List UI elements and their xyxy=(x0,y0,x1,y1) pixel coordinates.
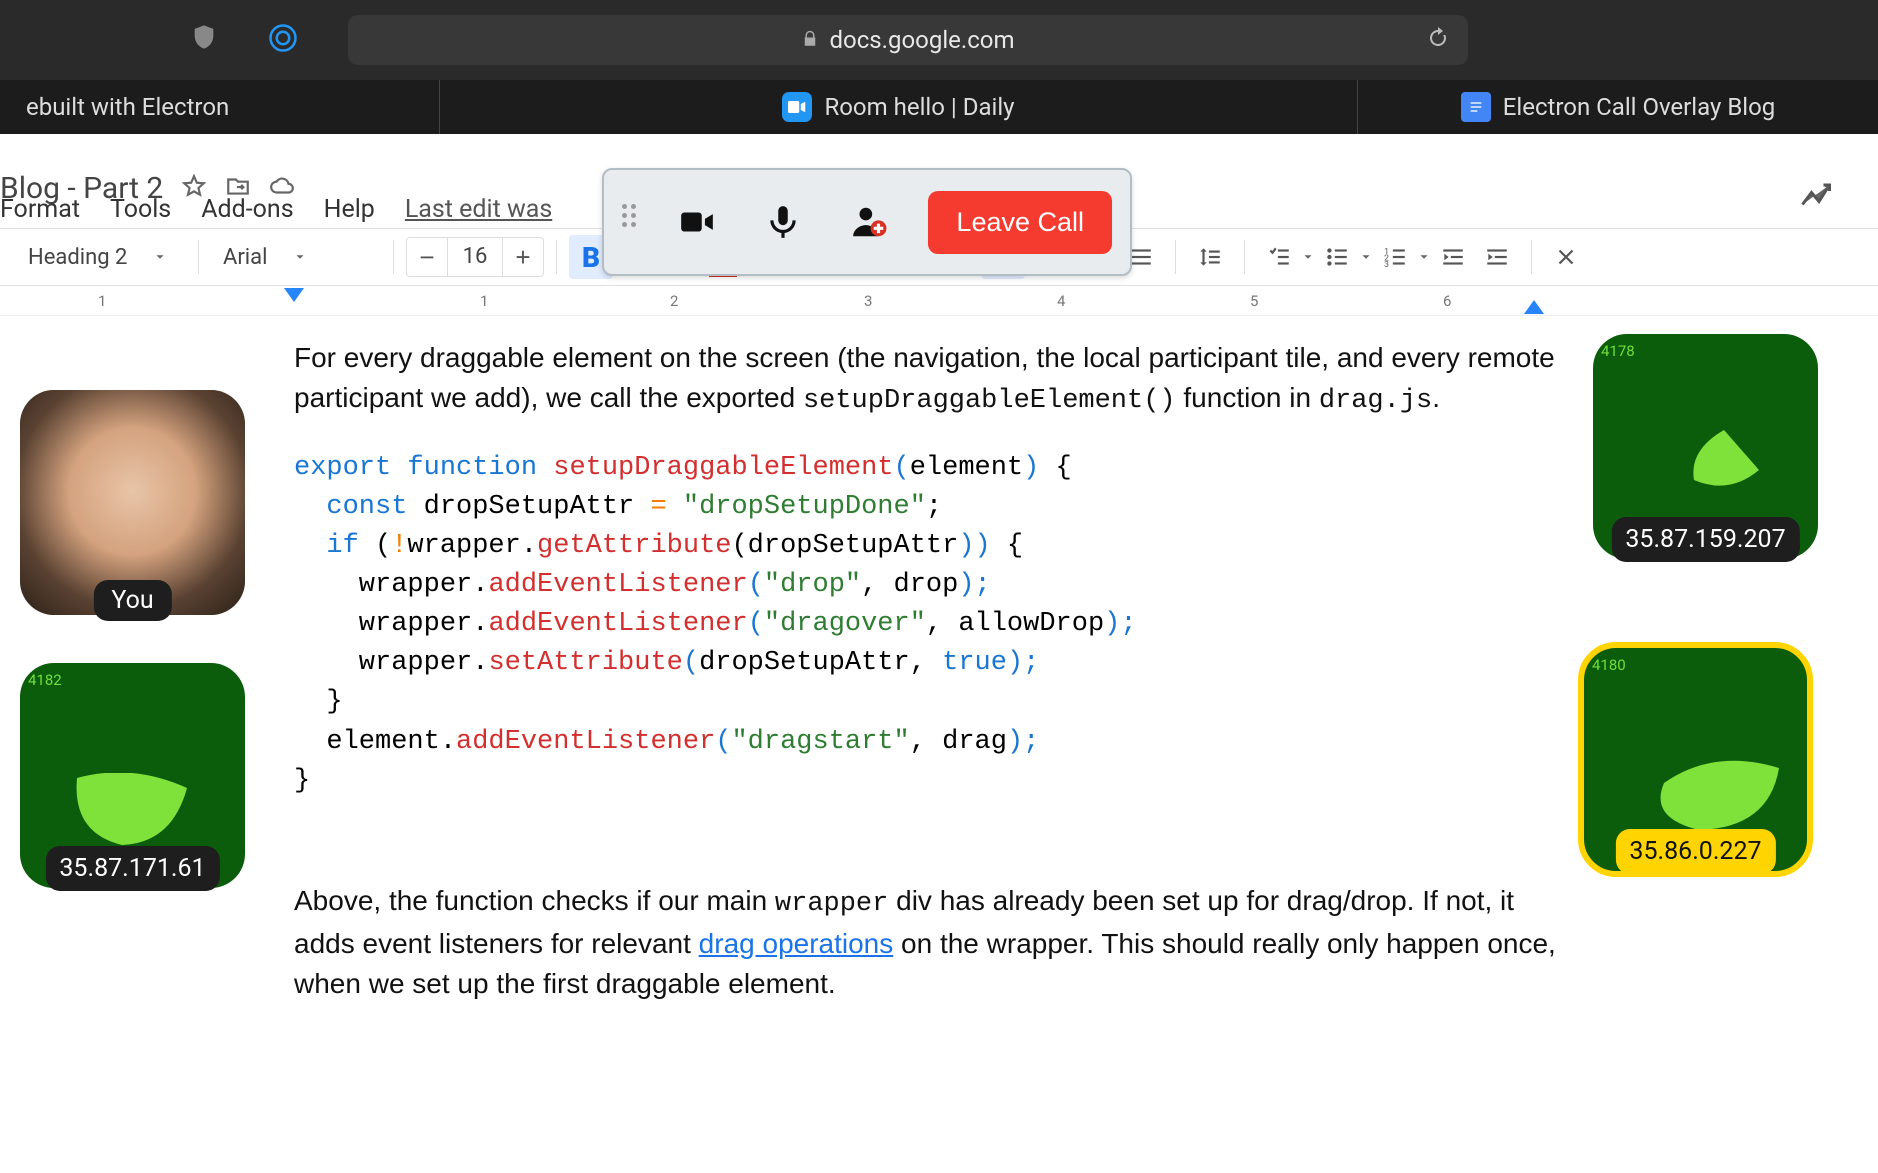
ip-badge: 35.86.0.227 xyxy=(1615,829,1775,874)
paragraph: Above, the function checks if our main w… xyxy=(294,881,1560,1004)
ip-badge: 35.87.171.61 xyxy=(45,846,219,891)
font-size-increase-button[interactable]: + xyxy=(503,238,543,276)
chevron-down-icon[interactable] xyxy=(1359,245,1373,270)
indent-left-marker[interactable] xyxy=(284,288,304,302)
paragraph: For every draggable element on the scree… xyxy=(294,338,1560,421)
chevron-down-icon xyxy=(293,245,307,270)
call-overlay-bar[interactable]: Leave Call xyxy=(602,168,1132,276)
ruler-mark: 4 xyxy=(1057,292,1065,310)
avatar-blob-icon xyxy=(72,773,192,853)
daily-icon xyxy=(782,92,812,122)
ruler-mark: 5 xyxy=(1250,292,1258,310)
ruler[interactable]: 1 1 2 3 4 5 6 xyxy=(0,286,1878,316)
add-participant-icon[interactable] xyxy=(840,203,898,241)
clear-formatting-button[interactable] xyxy=(1544,235,1588,279)
increase-indent-button[interactable] xyxy=(1475,235,1519,279)
menu-tools[interactable]: Tools xyxy=(110,195,171,224)
lock-icon xyxy=(801,26,819,54)
numbered-list-button[interactable]: 123 xyxy=(1373,235,1417,279)
paragraph-style-select[interactable]: Heading 2 xyxy=(16,245,186,270)
url-text: docs.google.com xyxy=(801,26,1014,54)
ruler-mark: 3 xyxy=(864,292,872,310)
camera-icon[interactable] xyxy=(668,203,726,241)
bulleted-list-button[interactable] xyxy=(1315,235,1359,279)
drag-operations-link[interactable]: drag operations xyxy=(699,928,894,959)
checklist-button[interactable] xyxy=(1257,235,1301,279)
decrease-indent-button[interactable] xyxy=(1431,235,1475,279)
leave-call-button[interactable]: Leave Call xyxy=(928,191,1112,254)
font-size-decrease-button[interactable]: − xyxy=(407,238,447,276)
google-docs-icon xyxy=(1461,92,1491,122)
tile-id-label: 4178 xyxy=(1601,342,1635,360)
menu-help[interactable]: Help xyxy=(324,195,375,224)
browser-left-icons xyxy=(190,23,298,57)
microphone-icon[interactable] xyxy=(754,203,812,241)
font-size-stepper[interactable]: − 16 + xyxy=(406,237,544,277)
tab-bar: ebuilt with Electron Room hello | Daily … xyxy=(0,80,1878,134)
ruler-mark: 6 xyxy=(1443,292,1451,310)
menu-format[interactable]: Format xyxy=(0,195,80,224)
password-manager-icon[interactable] xyxy=(268,23,298,57)
remote-participant-tile[interactable]: 4178 35.87.159.207 xyxy=(1593,334,1818,559)
avatar-blob-icon xyxy=(1654,748,1784,838)
tile-id-label: 4182 xyxy=(28,671,62,689)
url-bar[interactable]: docs.google.com xyxy=(348,15,1468,65)
activity-icon[interactable] xyxy=(1798,179,1834,219)
tile-id-label: 4180 xyxy=(1592,656,1626,674)
code-block: export function setupDraggableElement(el… xyxy=(294,449,1560,801)
font-size-value[interactable]: 16 xyxy=(447,238,503,276)
ruler-mark: 2 xyxy=(670,292,678,310)
chevron-down-icon[interactable] xyxy=(1301,245,1315,270)
line-spacing-button[interactable] xyxy=(1188,235,1232,279)
browser-chrome-top: docs.google.com xyxy=(0,0,1878,80)
font-family-select[interactable]: Arial xyxy=(211,245,381,270)
drag-handle-icon[interactable] xyxy=(622,204,640,240)
ruler-mark: 1 xyxy=(98,292,106,310)
last-edit-link[interactable]: Last edit was xyxy=(405,195,552,224)
tab-daily-room[interactable]: Room hello | Daily xyxy=(440,80,1358,134)
shield-icon[interactable] xyxy=(190,23,218,57)
remote-participant-tile-active[interactable]: 4180 35.86.0.227 xyxy=(1578,642,1813,877)
tab-blog-doc[interactable]: Electron Call Overlay Blog xyxy=(1358,80,1878,134)
menu-addons[interactable]: Add-ons xyxy=(201,195,293,224)
local-participant-tile[interactable]: You xyxy=(20,390,245,615)
ruler-mark: 1 xyxy=(480,292,488,310)
reload-icon[interactable] xyxy=(1426,26,1450,54)
local-label-badge: You xyxy=(93,580,171,621)
menu-bar: Format Tools Add-ons Help Last edit was xyxy=(0,195,552,224)
ip-badge: 35.87.159.207 xyxy=(1611,517,1799,562)
chevron-down-icon xyxy=(153,245,167,270)
svg-text:3: 3 xyxy=(1384,260,1389,270)
chevron-down-icon[interactable] xyxy=(1417,245,1431,270)
indent-right-marker[interactable] xyxy=(1524,300,1544,314)
tab-electron[interactable]: ebuilt with Electron xyxy=(0,80,440,134)
remote-participant-tile[interactable]: 4182 35.87.171.61 xyxy=(20,663,245,888)
avatar-blob-icon xyxy=(1689,430,1769,500)
